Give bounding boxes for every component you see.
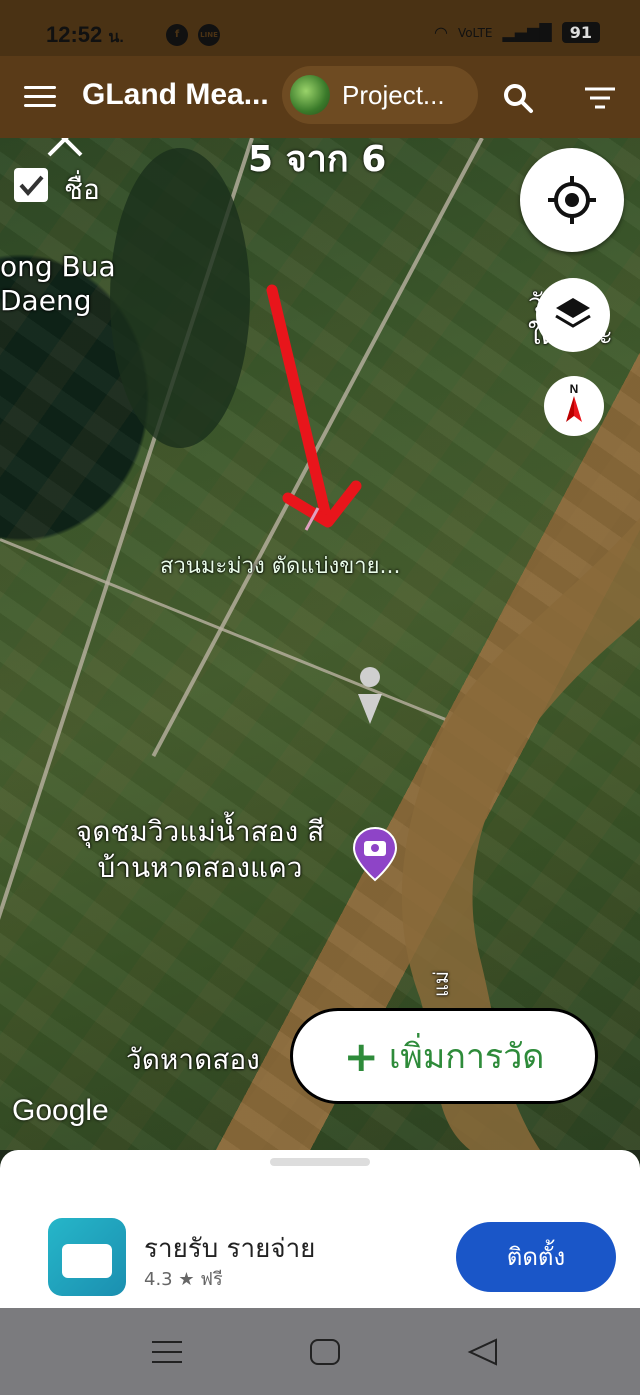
camera-pin-icon[interactable] — [352, 826, 398, 882]
compass-button[interactable]: N — [544, 376, 604, 436]
wallet-icon — [62, 1244, 112, 1278]
menu-icon[interactable] — [24, 86, 56, 108]
project-thumbnail — [290, 75, 330, 115]
filter-icon[interactable] — [584, 86, 616, 110]
app-icon[interactable] — [48, 1218, 126, 1296]
project-selector[interactable]: Project... — [282, 66, 478, 124]
crosshair-icon — [548, 176, 596, 224]
river-label: แม่ — [429, 970, 454, 998]
ad-app-title[interactable]: รายรับ รายจ่าย — [144, 1228, 315, 1269]
star-icon: ★ — [178, 1269, 195, 1290]
add-measurement-button[interactable]: + เพิ่มการวัด — [290, 1008, 598, 1104]
back-icon[interactable] — [466, 1338, 500, 1366]
add-measurement-label: เพิ่มการวัด — [388, 1037, 545, 1077]
photo-counter: 5 จาก 6 — [248, 139, 387, 180]
my-location-button[interactable] — [520, 148, 624, 252]
close-icon[interactable] — [44, 138, 86, 160]
search-icon[interactable] — [502, 82, 534, 114]
app-bar: GLand Mea... Project... — [0, 56, 640, 138]
name-toggle-checkbox[interactable] — [14, 168, 48, 202]
location-pin-icon[interactable] — [356, 666, 384, 728]
layers-icon — [555, 298, 591, 328]
ad-rating: 4.3 — [144, 1269, 173, 1290]
bottom-sheet[interactable] — [0, 1150, 640, 1210]
network-label: VoLTE — [457, 25, 493, 40]
status-right: ◠ VoLTE ▂▄▆█ 91 — [434, 22, 600, 43]
recents-icon[interactable] — [150, 1338, 184, 1366]
ad-banner[interactable]: รายรับ รายจ่าย 4.3 ★ ฟรี ติดตั้ง — [0, 1208, 640, 1308]
temple-bottom-label: วัดหาดสอง — [126, 1043, 260, 1076]
system-nav-bar — [0, 1308, 640, 1395]
viewpoint-label: จุดชมวิวแม่น้ำสอง สี บ้านหาดสองแคว — [75, 815, 325, 884]
wifi-icon: ◠ — [433, 23, 448, 42]
sheet-drag-handle[interactable] — [270, 1158, 370, 1166]
facebook-icon: f — [166, 24, 188, 46]
satellite-map[interactable]: 5 จาก 6 ชื่อ ong Bua Daeng วัด ใต้(พระ ส… — [0, 138, 640, 1150]
plot-label[interactable]: สวนมะม่วง ตัดแบ่งขาย... — [160, 548, 400, 583]
check-icon — [19, 175, 44, 197]
time-value: 12:52 — [46, 22, 103, 47]
time-suffix: น. — [108, 29, 124, 46]
red-arrow-shaft — [266, 284, 332, 522]
compass-icon: N — [566, 382, 582, 422]
project-label: Project... — [342, 79, 445, 110]
home-icon[interactable] — [308, 1338, 342, 1366]
ad-rating-row: 4.3 ★ ฟรี — [144, 1264, 223, 1293]
status-bar: 12:52 น. f LINE ◠ VoLTE ▂▄▆█ 91 — [0, 0, 640, 56]
plus-icon: + — [343, 1031, 379, 1081]
battery-indicator: 91 — [561, 22, 600, 43]
status-time: 12:52 น. — [46, 22, 124, 50]
line-icon: LINE — [198, 24, 220, 46]
google-logo: Google — [12, 1094, 109, 1127]
app-title: GLand Mea... — [82, 78, 269, 111]
ad-price: ฟรี — [200, 1269, 223, 1290]
name-toggle-label: ชื่อ — [64, 173, 100, 206]
map-layers-button[interactable] — [536, 278, 610, 352]
install-button[interactable]: ติดตั้ง — [456, 1222, 616, 1292]
signal-icon: ▂▄▆█ — [502, 23, 552, 42]
lake-label: ong Bua Daeng — [0, 250, 116, 317]
compass-north-letter: N — [570, 382, 579, 396]
